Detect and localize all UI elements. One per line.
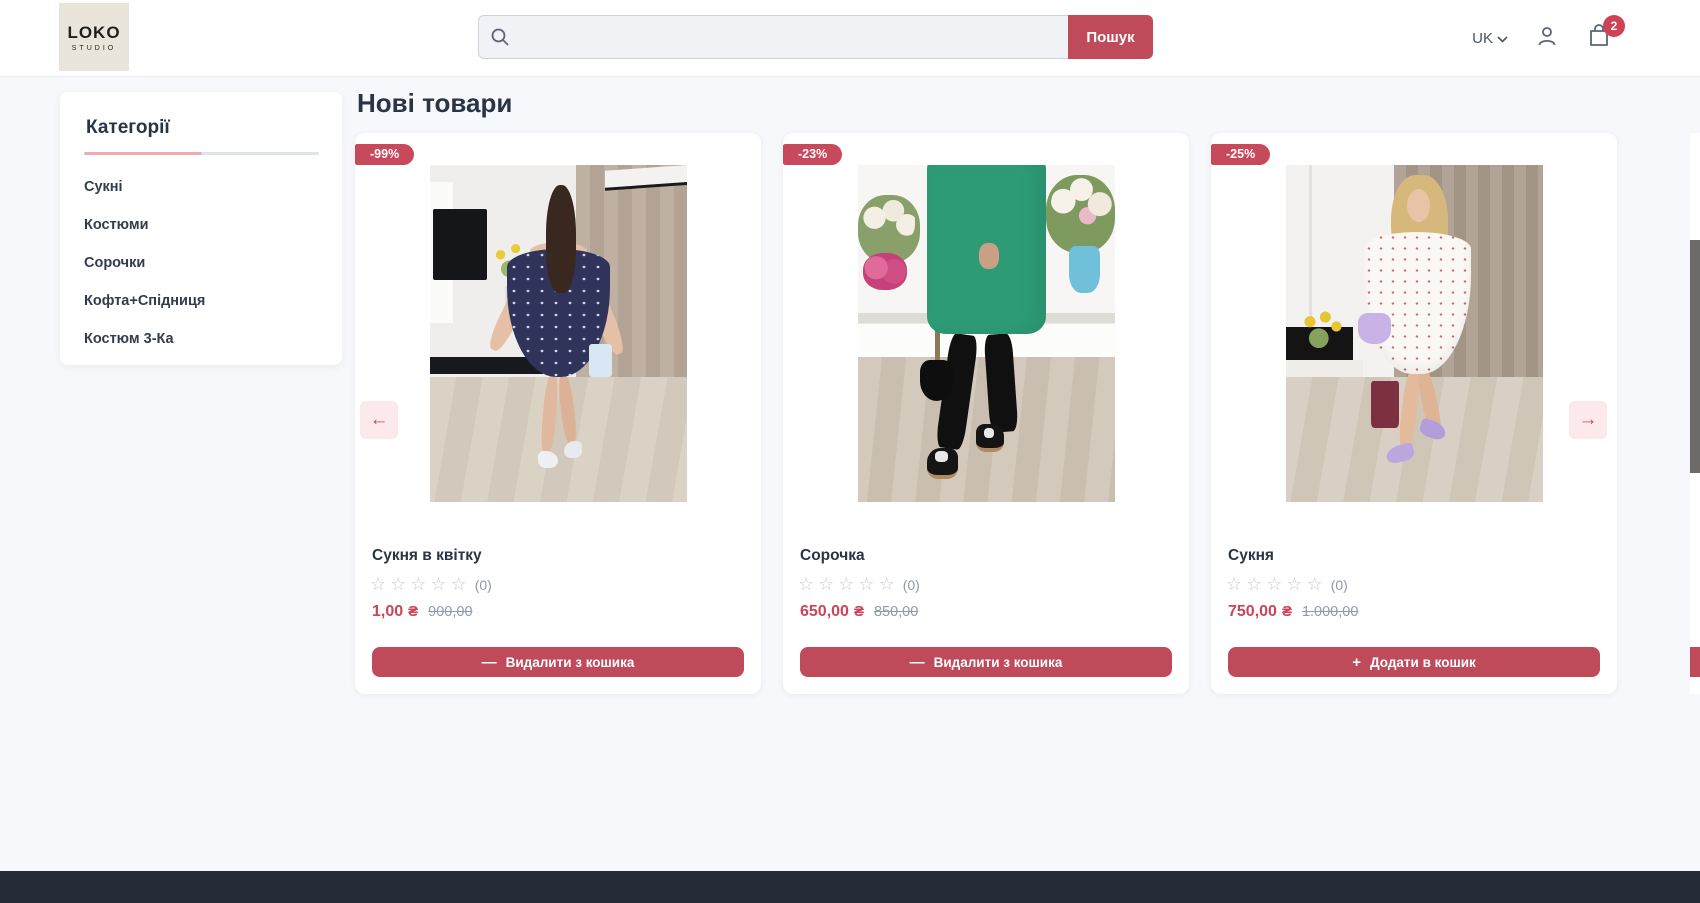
cart-count-badge: 2 xyxy=(1603,15,1625,37)
minus-icon: — xyxy=(910,654,925,671)
chevron-down-icon xyxy=(1497,30,1508,47)
arrow-left-icon: ← xyxy=(370,409,389,431)
star-icon: ☆ xyxy=(858,574,874,595)
star-icon: ☆ xyxy=(879,574,895,595)
search-bar: Пошук xyxy=(478,15,1153,59)
star-icon: ☆ xyxy=(1226,574,1242,595)
price-row: 750,00 ₴ 1.000,00 xyxy=(1228,603,1358,621)
header: LOKO STUDIO Пошук UK xyxy=(0,0,1700,77)
product-image[interactable] xyxy=(430,165,687,502)
star-icon: ☆ xyxy=(370,574,386,595)
product-rating: ☆ ☆ ☆ ☆ ☆ (0) xyxy=(798,574,920,595)
currency-symbol: ₴ xyxy=(408,603,418,620)
logo-text: LOKO xyxy=(67,23,120,43)
sidebar-title-underline xyxy=(84,152,319,155)
product-card: -99% Сукня в квітку ☆ ☆ ☆ ☆ ☆ (0) 1,00 ₴… xyxy=(355,133,761,694)
current-price: 650,00 xyxy=(800,603,849,621)
user-icon xyxy=(1535,24,1559,53)
language-selector[interactable]: UK xyxy=(1472,30,1508,47)
price-row: 650,00 ₴ 850,00 xyxy=(800,603,918,621)
current-price: 750,00 xyxy=(1228,603,1277,621)
sidebar-item-sukni[interactable]: Сукні xyxy=(84,179,342,195)
carousel-prev-button[interactable]: ← xyxy=(360,401,398,439)
logo-subtext: STUDIO xyxy=(72,45,116,52)
product-card: -23% Сорочка ☆ ☆ ☆ ☆ ☆ (0) 650,00 ₴ 850,… xyxy=(783,133,1189,694)
price-row: 1,00 ₴ 900,00 xyxy=(372,603,473,621)
old-price: 850,00 xyxy=(874,604,918,620)
old-price: 1.000,00 xyxy=(1302,604,1358,620)
rating-count: (0) xyxy=(475,577,492,593)
next-card-button-fragment xyxy=(1690,647,1700,677)
remove-from-cart-button[interactable]: — Видалити з кошика xyxy=(800,647,1172,677)
cart-button[interactable]: 2 xyxy=(1586,25,1612,51)
product-image[interactable] xyxy=(858,165,1115,502)
star-icon: ☆ xyxy=(390,574,406,595)
star-icon: ☆ xyxy=(451,574,467,595)
sidebar-title: Категорії xyxy=(86,117,342,139)
star-icon: ☆ xyxy=(818,574,834,595)
star-icon: ☆ xyxy=(410,574,426,595)
product-rating: ☆ ☆ ☆ ☆ ☆ (0) xyxy=(1226,574,1348,595)
logo[interactable]: LOKO STUDIO xyxy=(59,3,129,71)
rating-count: (0) xyxy=(1331,577,1348,593)
discount-badge: -99% xyxy=(355,144,414,165)
product-card: -25% Сукня ☆ ☆ ☆ ☆ ☆ (0) 750,00 ₴ 1.000,… xyxy=(1211,133,1617,694)
page-title: Нові товари xyxy=(357,88,512,119)
discount-badge: -25% xyxy=(1211,144,1270,165)
header-actions: UK 2 xyxy=(1472,0,1612,76)
cart-button-label: Видалити з кошика xyxy=(934,655,1063,670)
language-label: UK xyxy=(1472,30,1493,47)
add-to-cart-button[interactable]: + Додати в кошик xyxy=(1228,647,1600,677)
product-title[interactable]: Сукня в квітку xyxy=(372,547,482,565)
product-title[interactable]: Сукня xyxy=(1228,547,1274,565)
sidebar-item-kofta-spidnytsya[interactable]: Кофта+Спідниця xyxy=(84,293,342,309)
plus-icon: + xyxy=(1352,654,1361,671)
category-list: Сукні Костюми Сорочки Кофта+Спідниця Кос… xyxy=(60,179,342,347)
cart-button-label: Видалити з кошика xyxy=(506,655,635,670)
product-rating: ☆ ☆ ☆ ☆ ☆ (0) xyxy=(370,574,492,595)
next-card-image-fragment xyxy=(1690,240,1700,473)
sidebar-item-kostyum-3ka[interactable]: Костюм 3-Ка xyxy=(84,331,342,347)
rating-count: (0) xyxy=(903,577,920,593)
minus-icon: — xyxy=(482,654,497,671)
account-button[interactable] xyxy=(1534,25,1560,51)
star-icon: ☆ xyxy=(1286,574,1302,595)
footer xyxy=(0,871,1700,903)
star-icon: ☆ xyxy=(1307,574,1323,595)
next-card-preview xyxy=(1690,133,1700,694)
arrow-right-icon: → xyxy=(1579,409,1598,431)
star-icon: ☆ xyxy=(838,574,854,595)
discount-badge: -23% xyxy=(783,144,842,165)
currency-symbol: ₴ xyxy=(854,603,864,620)
star-icon: ☆ xyxy=(1246,574,1262,595)
categories-sidebar: Категорії Сукні Костюми Сорочки Кофта+Сп… xyxy=(60,92,342,365)
old-price: 900,00 xyxy=(428,604,472,620)
product-image[interactable] xyxy=(1286,165,1543,502)
current-price: 1,00 xyxy=(372,603,403,621)
carousel-next-button[interactable]: → xyxy=(1569,401,1607,439)
storefront-page: { "header": { "logo": { "line1": "LOKO",… xyxy=(0,0,1700,903)
sidebar-item-sorochky[interactable]: Сорочки xyxy=(84,255,342,271)
remove-from-cart-button[interactable]: — Видалити з кошика xyxy=(372,647,744,677)
cart-button-label: Додати в кошик xyxy=(1370,655,1476,670)
sidebar-item-kostyumy[interactable]: Костюми xyxy=(84,217,342,233)
product-title[interactable]: Сорочка xyxy=(800,547,865,565)
star-icon: ☆ xyxy=(798,574,814,595)
search-button[interactable]: Пошук xyxy=(1068,15,1153,59)
search-input[interactable] xyxy=(478,15,1068,59)
currency-symbol: ₴ xyxy=(1282,603,1292,620)
star-icon: ☆ xyxy=(430,574,446,595)
star-icon: ☆ xyxy=(1266,574,1282,595)
